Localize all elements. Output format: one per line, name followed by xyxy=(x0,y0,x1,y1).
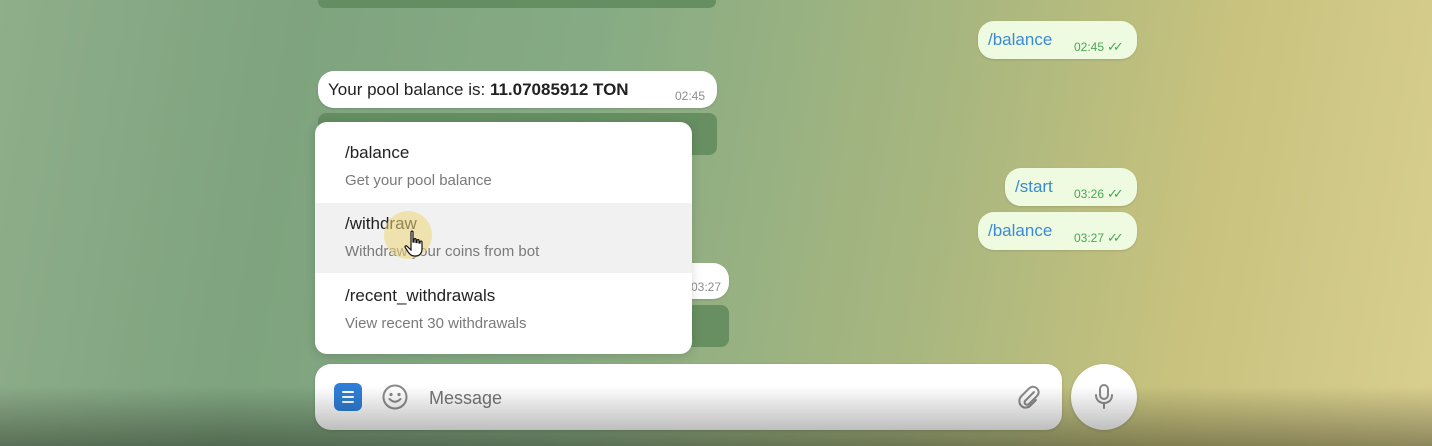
command-name: /recent_withdrawals xyxy=(345,286,496,305)
balance-amount: 11.07085912 TON xyxy=(489,80,629,99)
outgoing-message[interactable]: /start 03:26 ✓✓ xyxy=(1005,168,1137,206)
message-meta: 02:45 ✓✓ xyxy=(1074,38,1124,56)
message-input-bar xyxy=(315,364,1062,430)
outgoing-message[interactable]: /balance 03:27 ✓✓ xyxy=(978,212,1137,250)
emoji-icon[interactable] xyxy=(381,383,409,411)
message-time: 02:45 xyxy=(1074,40,1105,54)
message-input[interactable] xyxy=(427,382,1011,414)
balance-prefix: Your pool balance is: xyxy=(328,80,490,99)
bot-menu-icon xyxy=(342,391,354,403)
incoming-message: Your pool balance is: 11.07085912 TON 02… xyxy=(318,71,717,108)
bot-menu-button[interactable] xyxy=(334,383,362,411)
outgoing-message[interactable]: /balance 02:45 ✓✓ xyxy=(978,21,1137,59)
command-item-balance[interactable]: /balance Get your pool balance xyxy=(315,132,692,202)
command-description: Get your pool balance xyxy=(345,172,492,189)
message-text: Your pool balance is: 11.07085912 TON xyxy=(328,80,629,100)
command-item-withdraw[interactable]: /withdraw Withdraw your coins from bot xyxy=(315,203,692,273)
double-check-icon: ✓✓ xyxy=(1107,39,1124,54)
message-time: 03:26 xyxy=(1074,187,1105,201)
double-check-icon: ✓✓ xyxy=(1107,186,1124,201)
message-bubble-partial xyxy=(318,0,716,8)
message-meta: 03:27 ✓✓ xyxy=(1074,229,1124,247)
message-text[interactable]: /start xyxy=(1015,177,1053,197)
paperclip-icon[interactable] xyxy=(1015,383,1043,411)
command-description: View recent 30 withdrawals xyxy=(345,315,527,332)
command-name: /balance xyxy=(345,143,410,162)
command-suggestions-popup: /balance Get your pool balance /withdraw… xyxy=(315,122,692,354)
command-item-recent-withdrawals[interactable]: /recent_withdrawals View recent 30 withd… xyxy=(315,274,692,344)
message-time: 03:27 xyxy=(691,280,722,294)
message-meta: 03:26 ✓✓ xyxy=(1074,185,1124,203)
microphone-icon xyxy=(1095,384,1113,409)
hand-pointer-icon xyxy=(404,230,423,257)
message-time: 02:45 xyxy=(675,89,706,103)
voice-message-button[interactable] xyxy=(1071,364,1137,430)
message-text[interactable]: /balance xyxy=(988,30,1052,50)
double-check-icon: ✓✓ xyxy=(1107,230,1124,245)
message-text[interactable]: /balance xyxy=(988,221,1052,241)
message-time: 03:27 xyxy=(1074,231,1105,245)
command-description: Withdraw your coins from bot xyxy=(345,243,540,260)
